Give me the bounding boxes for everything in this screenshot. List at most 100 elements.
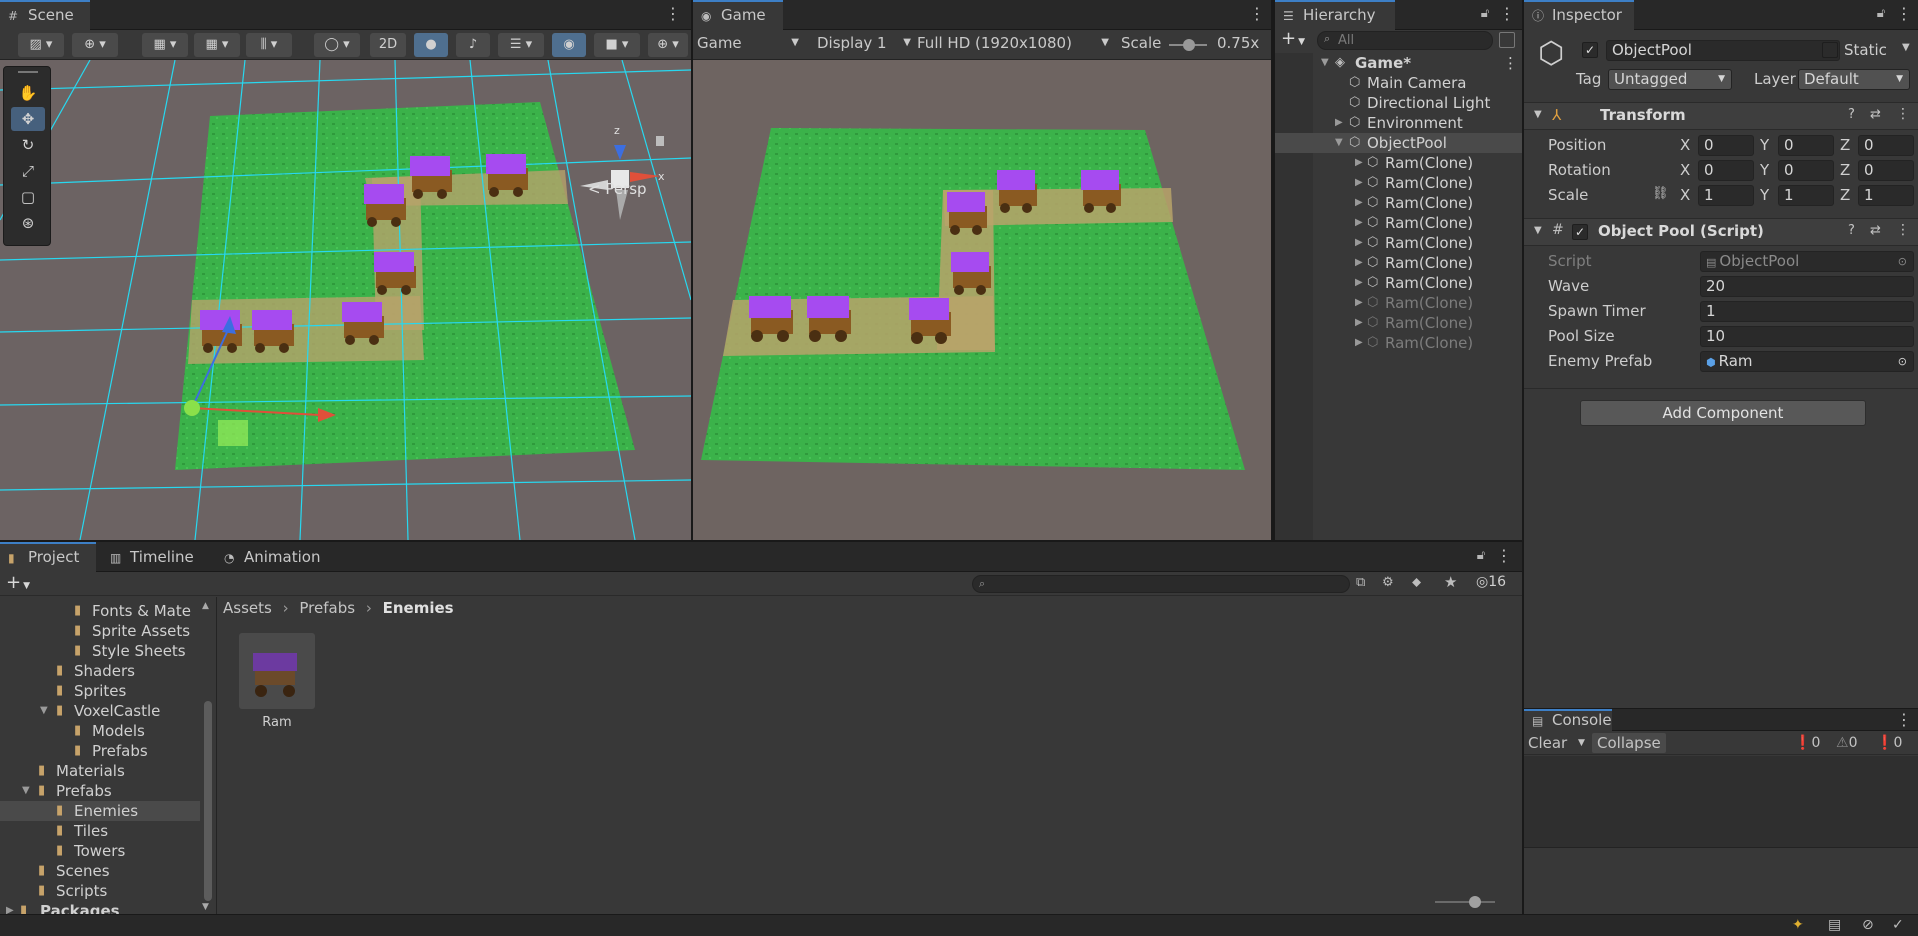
axis-x-label[interactable]: X xyxy=(1680,161,1690,179)
tree-item[interactable]: ▮ Towers xyxy=(0,841,216,861)
resolution-dropdown[interactable]: Full HD (1920x1080) ▼ xyxy=(917,34,1113,52)
snap-grid-button[interactable]: ▦ ▾ xyxy=(142,33,188,57)
collapse-arrow-icon[interactable]: ▶ xyxy=(1355,213,1363,233)
object-picker-icon[interactable]: ⊙ xyxy=(1898,352,1907,371)
console-info-toggle[interactable]: ❗0 xyxy=(1794,733,1832,753)
axis-y-label[interactable]: Y xyxy=(1760,161,1769,179)
tree-item[interactable]: ▮ Scenes xyxy=(0,861,216,881)
project-create-button[interactable]: + ▼ xyxy=(6,572,36,594)
project-more-icon[interactable]: ⋮ xyxy=(1496,547,1512,565)
rotation-x-field[interactable]: 0 xyxy=(1698,160,1754,181)
audio-toggle-icon[interactable]: ♪ xyxy=(456,33,490,57)
tag-icon[interactable]: ⬥ xyxy=(1412,575,1421,590)
breadcrumb-enemies[interactable]: Enemies xyxy=(383,599,454,617)
axis-z-label[interactable]: Z xyxy=(1840,161,1850,179)
search-by-type-icon[interactable]: ⧉ xyxy=(1356,575,1365,590)
tree-item[interactable]: ▮ Sprites xyxy=(0,681,216,701)
tree-item[interactable]: ▮ Materials xyxy=(0,761,216,781)
collapse-arrow-icon[interactable]: ▶ xyxy=(1355,273,1363,293)
project-lock-icon[interactable]: 🔓︎ xyxy=(1474,547,1488,565)
scale-slider-thumb[interactable] xyxy=(1183,39,1195,51)
enemy-prefab-field[interactable]: ⬢ Ram ⊙ xyxy=(1700,351,1914,372)
persp-label[interactable]: < Persp xyxy=(588,180,647,198)
transform-tool-icon[interactable]: ⊛ xyxy=(11,211,45,235)
hierarchy-more-icon[interactable]: ⋮ xyxy=(1499,5,1515,23)
hierarchy-item-ram-clone-inactive[interactable]: ▶ ⬡ Ram(Clone) xyxy=(1275,293,1522,313)
shading-button[interactable]: ◯ ▾ xyxy=(314,33,360,57)
console-clear-button[interactable]: Clear ▼ xyxy=(1528,733,1590,753)
hierarchy-item-ram-clone[interactable]: ▶ ⬡ Ram(Clone) xyxy=(1275,173,1522,193)
constrain-proportions-icon[interactable]: ⛓ xyxy=(1652,186,1669,201)
gizmos-button[interactable]: ⊕ ▾ xyxy=(648,33,688,57)
collapse-arrow-icon[interactable]: ▶ xyxy=(1355,333,1363,353)
scale-x-field[interactable]: 1 xyxy=(1698,185,1754,206)
hand-tool-icon[interactable]: ✋ xyxy=(11,81,45,105)
hierarchy-item-ram-clone[interactable]: ▶ ⬡ Ram(Clone) xyxy=(1275,153,1522,173)
foldout-arrow-icon[interactable]: ▼ xyxy=(1534,109,1542,120)
presets-icon[interactable]: ⇄ xyxy=(1870,223,1881,238)
collapse-arrow-icon[interactable]: ▶ xyxy=(6,901,14,914)
hidden-objects-icon[interactable]: ◉ xyxy=(552,33,586,57)
rect-tool-icon[interactable]: ▢ xyxy=(11,185,45,209)
tree-item[interactable]: ▮ Shaders xyxy=(0,661,216,681)
presets-icon[interactable]: ⇄ xyxy=(1870,107,1881,122)
axis-x-label[interactable]: X xyxy=(1680,136,1690,154)
rotation-y-field[interactable]: 0 xyxy=(1778,160,1834,181)
auto-refresh-icon[interactable]: ✓ xyxy=(1892,917,1904,933)
console-more-icon[interactable]: ⋮ xyxy=(1896,711,1912,729)
thumbnail-size-thumb[interactable] xyxy=(1469,896,1481,908)
help-icon[interactable]: ? xyxy=(1848,223,1855,238)
component-enabled-checkbox[interactable]: ✓ xyxy=(1572,224,1588,240)
inspector-lock-icon[interactable]: 🔓︎ xyxy=(1874,5,1888,23)
collapse-arrow-icon[interactable]: ▶ xyxy=(1355,293,1363,313)
wave-field[interactable]: 20 xyxy=(1700,276,1914,297)
tree-item[interactable]: ▮ Tiles xyxy=(0,821,216,841)
axis-y-label[interactable]: Y xyxy=(1760,136,1769,154)
breadcrumb-prefabs[interactable]: Prefabs xyxy=(299,599,355,617)
scale-tool-icon[interactable]: ⤢ xyxy=(11,159,45,183)
global-toggle-button[interactable]: ⊕ ▾ xyxy=(72,33,118,57)
pool-size-field[interactable]: 10 xyxy=(1700,326,1914,347)
game-more-icon[interactable]: ⋮ xyxy=(1249,5,1265,23)
scale-y-field[interactable]: 1 xyxy=(1778,185,1834,206)
help-icon[interactable]: ? xyxy=(1848,107,1855,122)
rotate-tool-icon[interactable]: ↻ xyxy=(11,133,45,157)
expand-arrow-icon[interactable]: ▼ xyxy=(1321,53,1329,73)
expand-arrow-icon[interactable]: ▼ xyxy=(22,781,30,801)
tree-item[interactable]: ▮ Style Sheets xyxy=(0,641,216,661)
axis-x-label[interactable]: X xyxy=(1680,186,1690,204)
tab-game[interactable]: ◉ Game xyxy=(693,0,783,30)
hierarchy-item-ram-clone[interactable]: ▶ ⬡ Ram(Clone) xyxy=(1275,233,1522,253)
collapse-arrow-icon[interactable]: ▶ xyxy=(1355,193,1363,213)
lighting-bake-icon[interactable]: ✦ xyxy=(1792,917,1804,933)
draw-mode-button[interactable]: ▨ ▾ xyxy=(18,33,64,57)
asset-item-ram[interactable]: Ram xyxy=(237,633,317,730)
hierarchy-item-ram-clone[interactable]: ▶ ⬡ Ram(Clone) xyxy=(1275,253,1522,273)
axis-z-label[interactable]: Z xyxy=(1840,136,1850,154)
collapse-arrow-icon[interactable]: ▶ xyxy=(1335,113,1343,133)
move-tool-icon[interactable]: ✥ xyxy=(11,107,45,131)
tab-timeline[interactable]: ▥ Timeline xyxy=(102,542,204,572)
tab-console[interactable]: ▤ Console xyxy=(1524,709,1612,731)
component-menu-icon[interactable]: ⋮ xyxy=(1896,106,1910,122)
inspector-more-icon[interactable]: ⋮ xyxy=(1896,5,1912,23)
tree-item[interactable]: ▮ Fonts & Mate xyxy=(0,601,216,621)
tab-animation[interactable]: ◔ Animation xyxy=(216,542,330,572)
hierarchy-search-options-icon[interactable] xyxy=(1499,32,1515,48)
transform-component-header[interactable]: ▼ ⅄ Transform ? ⇄ ⋮ xyxy=(1524,102,1918,130)
tab-inspector[interactable]: ⓘ Inspector xyxy=(1524,0,1634,30)
tree-item-selected[interactable]: ▮ Enemies xyxy=(0,801,200,821)
game-viewport[interactable] xyxy=(693,60,1271,540)
hierarchy-item-directional-light[interactable]: ⬡ Directional Light xyxy=(1275,93,1522,113)
tab-scene[interactable]: # Scene xyxy=(0,0,90,30)
tree-item[interactable]: ▶ ▮ Packages xyxy=(0,901,216,914)
gameobject-cube-icon[interactable]: ⬡ xyxy=(1538,36,1564,71)
tree-scroll-down-icon[interactable]: ▼ xyxy=(202,902,209,912)
display-dropdown[interactable]: Display 1 ▼ xyxy=(817,34,915,52)
tree-item[interactable]: ▮ Models xyxy=(0,721,216,741)
position-x-field[interactable]: 0 xyxy=(1698,135,1754,156)
hierarchy-search-input[interactable]: ⌕ All xyxy=(1317,31,1493,50)
tab-hierarchy[interactable]: ☰ Hierarchy xyxy=(1275,0,1395,30)
tree-item[interactable]: ▼ ▮ Prefabs xyxy=(0,781,216,801)
component-menu-icon[interactable]: ⋮ xyxy=(1896,222,1910,238)
